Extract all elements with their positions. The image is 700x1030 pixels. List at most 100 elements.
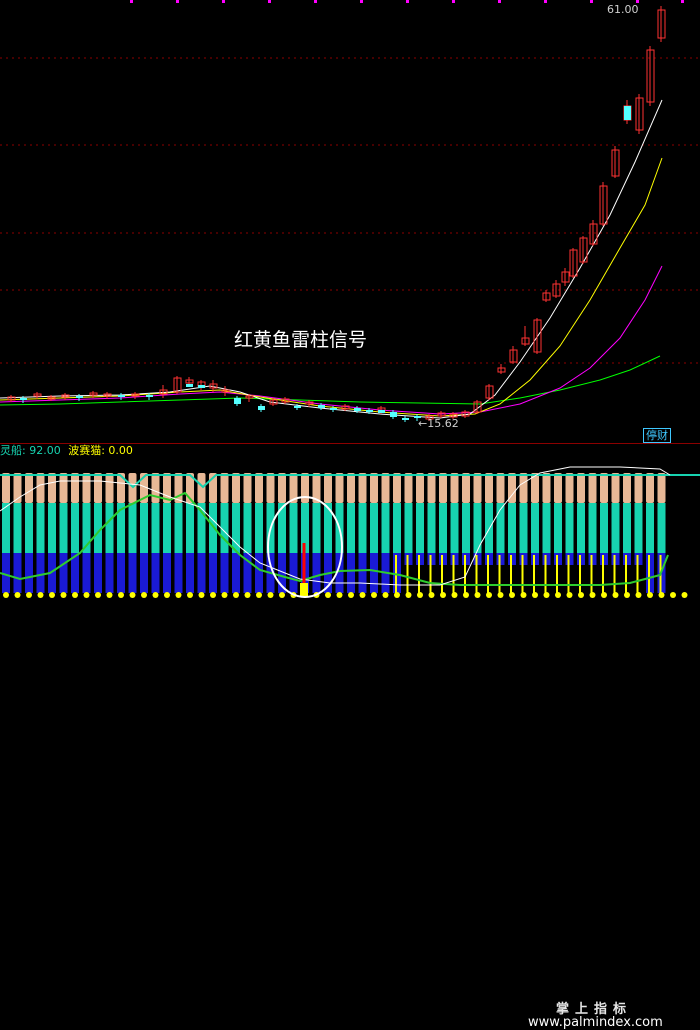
baseline-dot (509, 592, 515, 598)
signal-annotation: 红黄鱼雷柱信号 (234, 329, 368, 351)
baseline-dot (382, 592, 389, 598)
candle (390, 414, 397, 417)
baseline-dot (348, 592, 354, 598)
indicator-bar (519, 473, 528, 565)
indicator-chart[interactable]: 掌上指标 www.palmindex.com (0, 445, 700, 1030)
baseline-dot (210, 592, 216, 598)
top-tick (314, 0, 317, 3)
grid-lines (0, 57, 700, 364)
baseline-dot (3, 592, 9, 598)
price-chart[interactable]: 61.00 ←15.62 红黄鱼雷柱信号 停财 (0, 0, 700, 443)
price-chart-svg (0, 0, 700, 422)
indicator-bar (565, 473, 574, 565)
indicator-bar (531, 473, 539, 565)
candle (159, 385, 168, 398)
candle (7, 395, 16, 402)
baseline-dot (233, 592, 239, 598)
candlesticks (7, 6, 666, 422)
indicator-bar (577, 473, 585, 565)
candle (234, 401, 241, 404)
baseline-dot (118, 592, 124, 598)
indicator-bar (508, 473, 516, 565)
high-price-label: 61.00 (607, 3, 639, 16)
indicator-bar (416, 473, 424, 565)
indicator-bar (404, 473, 413, 565)
baseline-dot (129, 592, 136, 598)
baseline-dot (187, 592, 193, 598)
candle (599, 182, 608, 226)
baseline-dot (141, 592, 147, 598)
baseline-dot (417, 592, 423, 598)
yellow-torpedo-signal (300, 583, 308, 597)
indicator-bar (48, 473, 56, 593)
top-tick (498, 0, 501, 3)
baseline-dot (532, 592, 538, 598)
indicator-bar (358, 473, 367, 593)
top-tick (590, 0, 593, 3)
top-tick (176, 0, 179, 3)
baseline-dot (681, 592, 688, 598)
candle (485, 384, 494, 400)
baseline-dot (49, 592, 55, 598)
candle (533, 318, 542, 354)
candle (521, 326, 530, 346)
indicator-bar (462, 473, 470, 565)
ma-yellow-line (0, 157, 663, 417)
indicator-bar (439, 473, 447, 565)
candle (611, 146, 620, 178)
baseline-dot (164, 592, 170, 598)
top-tick (360, 0, 363, 3)
indicator-chart-svg (0, 466, 700, 598)
baseline-dot (37, 592, 44, 598)
baseline-dot (670, 592, 676, 598)
indicator-bar (623, 473, 631, 565)
candle (624, 106, 631, 120)
indicator-bar (496, 473, 505, 565)
top-tick (681, 0, 684, 3)
indicator-bar (255, 473, 263, 593)
stop-badge[interactable]: 停财 (643, 428, 671, 443)
baseline-dot (543, 592, 550, 598)
ma-white-line (0, 99, 663, 419)
indicator-bar (381, 473, 390, 593)
indicator-bar (485, 473, 493, 565)
baseline-dot (647, 592, 653, 598)
baseline-dot (624, 592, 630, 598)
top-tick (222, 0, 225, 3)
watermark-url: www.palmindex.com (528, 1015, 663, 1030)
indicator-bar (25, 473, 33, 593)
baseline-dot (279, 592, 285, 598)
top-tick (452, 0, 455, 3)
indicator-bar (59, 473, 68, 593)
indicator-bar (140, 473, 148, 593)
top-tick (130, 0, 133, 3)
candle (258, 406, 265, 409)
baseline-dot (451, 592, 458, 598)
baseline-dot (520, 592, 527, 598)
top-tick (268, 0, 271, 3)
candle (542, 290, 551, 302)
candle (118, 393, 125, 400)
candle (561, 268, 570, 286)
indicator-bar (588, 473, 597, 565)
indicator-bar (174, 473, 183, 593)
candle (509, 346, 518, 364)
candle (186, 384, 193, 387)
baseline-dot (267, 592, 274, 598)
candle (646, 46, 655, 106)
candle (569, 248, 578, 278)
baseline-dot (371, 592, 377, 598)
candle (76, 394, 83, 401)
baseline-dot (394, 592, 400, 598)
indicator-bar (163, 473, 171, 593)
baseline-dot (198, 592, 205, 598)
indicator-bar (209, 473, 217, 593)
baseline-dot (83, 592, 90, 598)
baseline-dot (256, 592, 262, 598)
top-tick (406, 0, 409, 3)
baseline-dot (359, 592, 366, 598)
candle (131, 392, 140, 399)
low-price-label: ←15.62 (418, 417, 459, 430)
candle (497, 364, 506, 374)
candle (378, 410, 385, 413)
